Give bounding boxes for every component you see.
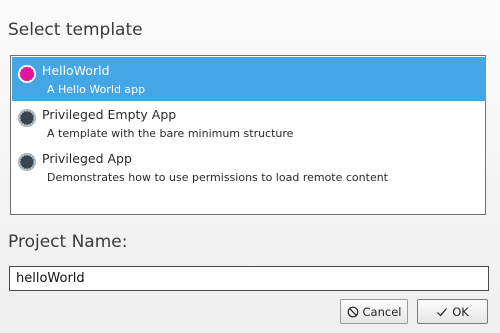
template-name: Privileged Empty App <box>42 107 177 122</box>
template-description: A Hello World app <box>47 83 146 96</box>
template-item-helloworld[interactable]: HelloWorld A Hello World app <box>12 57 486 101</box>
dark-gear-circle-icon <box>17 152 37 172</box>
template-list[interactable]: HelloWorld A Hello World app Privileged … <box>10 55 486 215</box>
template-item-privileged-app[interactable]: Privileged App Demonstrates how to use p… <box>12 145 486 189</box>
template-description: Demonstrates how to use permissions to l… <box>47 171 388 184</box>
template-name: HelloWorld <box>42 63 110 78</box>
select-template-heading: Select template <box>8 20 143 40</box>
project-name-input[interactable] <box>9 266 489 291</box>
pink-circle-icon <box>17 64 37 84</box>
ok-label: OK <box>452 304 469 319</box>
template-description: A template with the bare minimum structu… <box>47 127 294 140</box>
template-item-privileged-empty-app[interactable]: Privileged Empty App A template with the… <box>12 101 486 145</box>
checkmark-icon <box>436 306 448 318</box>
ok-button[interactable]: OK <box>417 299 488 324</box>
cancel-label: Cancel <box>362 304 402 319</box>
cancel-button[interactable]: Cancel <box>340 299 408 324</box>
dark-gear-circle-icon <box>17 108 37 128</box>
select-template-dialog: Select template HelloWorld A Hello World… <box>0 0 500 333</box>
template-name: Privileged App <box>42 151 132 166</box>
project-name-label: Project Name: <box>8 232 128 252</box>
cancel-icon <box>347 306 359 318</box>
